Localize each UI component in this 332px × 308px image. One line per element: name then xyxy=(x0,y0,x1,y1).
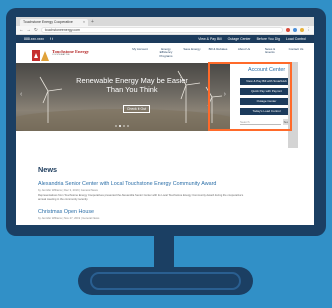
carousel-dot[interactable] xyxy=(127,125,129,127)
browser-tab[interactable]: Touchstone Energy Cooperative × xyxy=(20,19,88,26)
wind-turbine-image xyxy=(16,70,230,131)
close-tab-icon[interactable]: × xyxy=(83,19,85,26)
utility-link-outage[interactable]: Outage Center xyxy=(228,37,251,41)
hero-banner: ‹ Renewable Energy May be Easier Than Yo… xyxy=(16,63,230,131)
news-article: Christmas Open House by Jennifer William… xyxy=(38,209,258,220)
news-article: Alexandria Senior Center with Local Touc… xyxy=(38,181,258,201)
nav-item-my-account[interactable]: My Account xyxy=(130,47,150,59)
nav-item-energy-efficiency[interactable]: Energy Efficiency Programs xyxy=(156,47,176,59)
site-logo[interactable]: Touchstone Energy COOPERATIVE xyxy=(32,48,89,61)
carousel-dot[interactable] xyxy=(119,125,121,127)
back-arrow-icon[interactable]: ← xyxy=(19,27,24,33)
carousel-dot[interactable] xyxy=(123,125,125,127)
extension-icon[interactable] xyxy=(285,28,290,32)
nav-item-about-us[interactable]: About Us xyxy=(234,47,254,59)
news-article-title[interactable]: Christmas Open House xyxy=(38,209,258,215)
hero-title: Renewable Energy May be Easier Than You … xyxy=(76,76,188,94)
menu-icon[interactable]: ⋮ xyxy=(307,27,312,33)
news-article-meta: by Jennifer Williams | Dec 3, 2019 | Gen… xyxy=(38,189,98,192)
logo-mark-icon xyxy=(32,48,50,61)
news-article-title[interactable]: Alexandria Senior Center with Local Touc… xyxy=(38,181,258,187)
extension-icon[interactable] xyxy=(299,28,304,32)
news-heading: News xyxy=(38,165,58,174)
address-bar[interactable]: touchstoneenergy.com xyxy=(40,27,283,33)
new-tab-icon[interactable]: + xyxy=(91,19,94,26)
forward-arrow-icon[interactable]: → xyxy=(27,27,32,33)
check-it-out-button[interactable]: Check it Out xyxy=(123,105,150,113)
reload-icon[interactable]: ↻ xyxy=(34,27,38,33)
logo-subtitle: COOPERATIVE xyxy=(52,54,70,56)
monitor-neck xyxy=(154,236,174,267)
browser-toolbar: ← → ↻ touchstoneenergy.com ⋮ xyxy=(16,26,314,35)
nav-item-bill-rebates[interactable]: Bill & Rebates xyxy=(208,47,228,59)
carousel-dot[interactable] xyxy=(115,125,117,127)
monitor-stand-inset xyxy=(90,272,241,290)
news-article-excerpt: Representatives from Touchstone Energy C… xyxy=(38,194,244,201)
account-center-highlight xyxy=(208,62,292,131)
news-article-meta: by Jennifer Williams | Nov 27, 2019 | Ge… xyxy=(38,217,100,221)
utility-link-load-control[interactable]: Load Control xyxy=(286,37,306,41)
nav-item-contact-us[interactable]: Contact Us xyxy=(286,47,306,59)
nav-item-news-events[interactable]: News & Events xyxy=(260,47,280,59)
main-navigation: My Account Energy Efficiency Programs Sa… xyxy=(130,47,306,59)
browser-tab-title: Touchstone Energy Cooperative xyxy=(23,20,73,24)
news-section: News Alexandria Senior Center with Local… xyxy=(38,149,258,220)
browser-tab-bar: Touchstone Energy Cooperative × + xyxy=(16,17,314,26)
site-header: Touchstone Energy COOPERATIVE My Account… xyxy=(16,43,314,63)
extension-icon[interactable] xyxy=(292,28,297,32)
utility-link-pay-bill[interactable]: View & Pay Bill xyxy=(198,37,221,41)
social-icons[interactable]: f t xyxy=(50,37,53,41)
carousel-dots xyxy=(115,125,129,127)
carousel-prev-icon[interactable]: ‹ xyxy=(20,91,22,98)
utility-link-dig[interactable]: Before You Dig xyxy=(257,37,280,41)
nav-item-save-energy[interactable]: Save Energy xyxy=(182,47,202,59)
utility-bar: 888.xxx.xxxx f t View & Pay Bill Outage … xyxy=(16,35,314,43)
phone-number[interactable]: 888.xxx.xxxx xyxy=(24,37,44,41)
